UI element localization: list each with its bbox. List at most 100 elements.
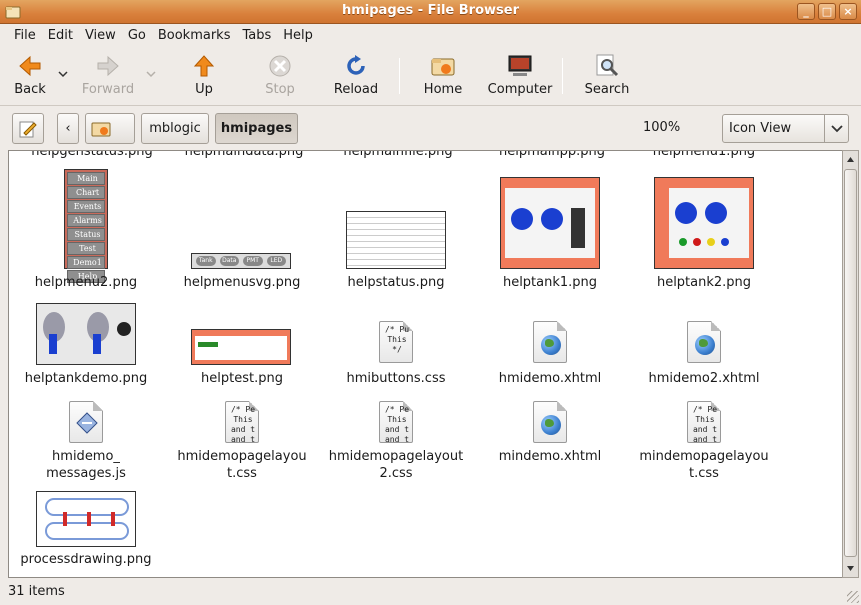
resize-grip[interactable] <box>847 591 859 603</box>
file-label: helptest.png <box>201 371 283 386</box>
stop-icon <box>269 55 291 77</box>
globe-icon <box>541 335 561 355</box>
crumb-hmipages[interactable]: hmipages <box>215 113 298 144</box>
home-folder-icon <box>91 122 111 137</box>
menu-thumbnail-entry: Main <box>67 172 105 185</box>
file-browser-window: hmipages - File Browser _ □ × File Edit … <box>0 0 861 605</box>
image-thumbnail <box>36 491 136 547</box>
menu-view[interactable]: View <box>79 25 122 47</box>
file-label: helpgenstatus.png <box>31 150 153 159</box>
file-preview-text: /* Pu This */ <box>384 325 410 354</box>
reload-label: Reload <box>333 82 379 97</box>
forward-history-dropdown-icon[interactable] <box>146 70 156 78</box>
computer-button[interactable]: Computer <box>486 54 554 102</box>
file-item[interactable]: /* Pu This */ hmibuttons.css <box>321 303 471 386</box>
title-bar: hmipages - File Browser _ □ × <box>0 0 861 24</box>
css-file-icon: /* Pe This and t and t <box>225 401 259 443</box>
image-thumbnail <box>654 177 754 269</box>
view-mode-select[interactable]: Icon View <box>722 114 849 143</box>
file-item[interactable]: hmidemo2.xhtml <box>629 303 779 386</box>
file-item[interactable]: helpstatus.png <box>321 169 471 290</box>
svg-button-thumb: PMT <box>243 256 263 266</box>
file-label: helptank2.png <box>656 275 752 290</box>
menu-go[interactable]: Go <box>122 25 152 47</box>
file-label: helpmenusvg.png <box>183 275 301 290</box>
globe-icon <box>695 335 715 355</box>
file-item[interactable]: helptank2.png <box>629 169 779 290</box>
file-item[interactable]: helptest.png <box>167 303 317 386</box>
file-item[interactable]: helpmenu1.png <box>629 150 779 160</box>
file-label: hmidemo2.xhtml <box>648 371 760 386</box>
image-thumbnail: Tank Data PMT LED <box>191 253 291 269</box>
file-item[interactable]: /* Pe This and t and t hmidemopagelayou … <box>167 401 317 481</box>
file-item[interactable]: helpmainpp.png <box>477 150 627 160</box>
file-item[interactable]: Tank Data PMT LED helpmenusvg.png <box>167 169 317 290</box>
path-scroll-left-button[interactable]: ‹ <box>57 113 79 144</box>
menu-tabs[interactable]: Tabs <box>236 25 277 47</box>
image-thumbnail <box>36 303 136 365</box>
scroll-up-icon[interactable] <box>843 151 858 168</box>
file-label: mindemopagelayou t.css <box>639 449 769 481</box>
scrollbar-thumb[interactable] <box>844 169 857 557</box>
maximize-button[interactable]: □ <box>818 3 836 20</box>
file-label: helptankdemo.png <box>24 371 148 386</box>
file-label: hmidemo.xhtml <box>498 371 602 386</box>
menu-thumbnail-entry: Alarms <box>67 214 105 227</box>
home-folder-icon <box>431 58 455 76</box>
file-item[interactable]: helpmainfile.png <box>323 151 473 160</box>
home-button[interactable]: Home <box>420 54 466 102</box>
computer-label: Computer <box>487 82 553 97</box>
file-label: helptank1.png <box>502 275 598 290</box>
file-preview-text: /* Pe This and t and t <box>384 405 410 443</box>
search-label: Search <box>584 82 630 97</box>
file-label: helpmenu1.png <box>652 150 756 159</box>
menu-bookmarks[interactable]: Bookmarks <box>152 25 237 47</box>
file-label: helpmainpp.png <box>499 150 605 159</box>
crumb-home-button[interactable] <box>85 113 135 144</box>
file-preview-text: /* Pe This and t and t <box>692 405 718 443</box>
search-icon <box>596 54 619 77</box>
status-bar: 31 items <box>0 580 861 605</box>
file-item[interactable]: hmidemo.xhtml <box>475 303 625 386</box>
svg-button-thumb: Tank <box>196 256 216 266</box>
file-icon-view[interactable]: helpgenstatus.png helpmaindata.png helpm… <box>8 150 844 578</box>
script-icon <box>76 412 98 434</box>
file-item[interactable]: hmidemo_ messages.js <box>11 401 161 481</box>
menu-edit[interactable]: Edit <box>42 25 79 47</box>
edit-pencil-icon <box>19 121 37 138</box>
menu-thumbnail-entry: Test <box>67 242 105 255</box>
file-item[interactable]: /* Pe This and t and t mindemopagelayou … <box>629 401 779 481</box>
file-item[interactable]: helptank1.png <box>475 169 625 290</box>
crumb-mblogic[interactable]: mblogic <box>141 113 209 144</box>
reload-button[interactable]: Reload <box>332 54 380 102</box>
file-label: mindemo.xhtml <box>498 449 602 464</box>
menu-file[interactable]: File <box>8 25 42 47</box>
file-item[interactable]: /* Pe This and t and t hmidemopagelayout… <box>321 401 471 481</box>
file-label: hmidemo_ messages.js <box>46 449 126 481</box>
minimize-button[interactable]: _ <box>797 3 815 20</box>
file-item[interactable]: Main Chart Events Alarms Status Test Demo1 Help… <box>11 169 161 290</box>
search-button[interactable]: Search <box>583 54 631 102</box>
up-arrow-icon <box>193 55 215 77</box>
file-item[interactable]: helptankdemo.png <box>11 303 161 386</box>
forward-arrow-icon <box>97 55 119 77</box>
file-item[interactable]: mindemo.xhtml <box>475 401 625 481</box>
menu-help[interactable]: Help <box>277 25 319 47</box>
toolbar-separator <box>399 58 400 94</box>
back-history-dropdown-icon[interactable] <box>58 70 68 78</box>
back-button[interactable]: Back <box>8 54 52 102</box>
menu-bar: File Edit View Go Bookmarks Tabs Help <box>0 25 861 47</box>
scroll-down-icon[interactable] <box>843 560 858 577</box>
vertical-scrollbar[interactable] <box>842 150 859 578</box>
forward-button[interactable]: Forward <box>80 54 136 102</box>
file-item[interactable]: processdrawing.png <box>11 491 161 571</box>
file-label: hmidemopagelayou t.css <box>177 449 307 481</box>
close-button[interactable]: × <box>839 3 857 20</box>
toggle-location-entry-button[interactable] <box>12 113 44 144</box>
image-thumbnail <box>500 177 600 269</box>
stop-button[interactable]: Stop <box>260 54 300 102</box>
file-item[interactable]: helpmaindata.png <box>169 151 319 160</box>
up-button[interactable]: Up <box>186 54 222 102</box>
menu-thumbnail-entry: Demo1 <box>67 256 105 269</box>
file-item[interactable]: helpgenstatus.png <box>17 150 167 160</box>
